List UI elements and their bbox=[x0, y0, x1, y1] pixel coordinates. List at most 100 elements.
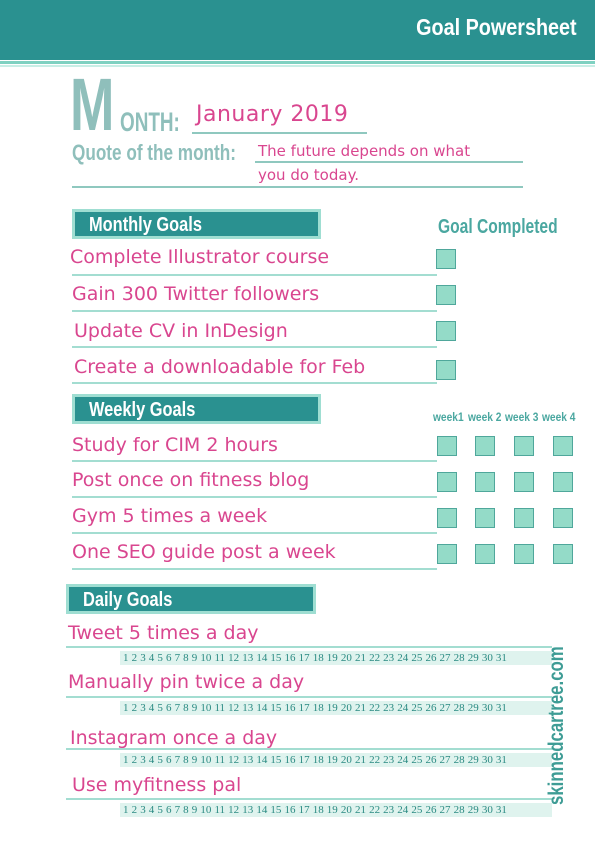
daily-goal-1[interactable]: Tweet 5 times a day bbox=[68, 622, 259, 644]
monthly-goal-1[interactable]: Complete Illustrator course bbox=[70, 246, 329, 268]
day-7[interactable]: 7 bbox=[175, 701, 181, 715]
day-31[interactable]: 31 bbox=[496, 753, 507, 767]
day-3[interactable]: 3 bbox=[140, 651, 146, 665]
day-2[interactable]: 2 bbox=[132, 803, 138, 817]
weekly-goal-2[interactable]: Post once on fitness blog bbox=[72, 469, 309, 491]
weekly-goal-4-week-1-checkbox[interactable] bbox=[437, 544, 457, 564]
day-1[interactable]: 1 bbox=[123, 753, 129, 767]
day-18[interactable]: 18 bbox=[313, 701, 324, 715]
day-8[interactable]: 8 bbox=[183, 701, 189, 715]
day-1[interactable]: 1 bbox=[123, 803, 129, 817]
day-2[interactable]: 2 bbox=[132, 651, 138, 665]
weekly-goal-1-week-1-checkbox[interactable] bbox=[437, 436, 457, 456]
weekly-goal-3[interactable]: Gym 5 times a week bbox=[72, 505, 267, 527]
day-17[interactable]: 17 bbox=[299, 701, 310, 715]
day-28[interactable]: 28 bbox=[454, 803, 465, 817]
day-20[interactable]: 20 bbox=[341, 753, 352, 767]
day-10[interactable]: 10 bbox=[200, 803, 211, 817]
day-5[interactable]: 5 bbox=[157, 701, 163, 715]
weekly-goal-4-week-4-checkbox[interactable] bbox=[553, 544, 573, 564]
monthly-goal-4[interactable]: Create a downloadable for Feb bbox=[74, 356, 365, 378]
monthly-goal-4-checkbox[interactable] bbox=[436, 360, 456, 380]
day-14[interactable]: 14 bbox=[256, 753, 267, 767]
day-24[interactable]: 24 bbox=[397, 803, 408, 817]
day-4[interactable]: 4 bbox=[149, 701, 155, 715]
weekly-goal-3-week-4-checkbox[interactable] bbox=[553, 508, 573, 528]
monthly-goal-2[interactable]: Gain 300 Twitter followers bbox=[72, 283, 319, 305]
day-26[interactable]: 26 bbox=[425, 753, 436, 767]
day-28[interactable]: 28 bbox=[454, 701, 465, 715]
monthly-goal-3-checkbox[interactable] bbox=[436, 321, 456, 341]
day-27[interactable]: 27 bbox=[440, 803, 451, 817]
day-11[interactable]: 11 bbox=[214, 701, 225, 715]
day-22[interactable]: 22 bbox=[369, 651, 380, 665]
day-11[interactable]: 11 bbox=[214, 753, 225, 767]
day-21[interactable]: 21 bbox=[355, 753, 366, 767]
day-26[interactable]: 26 bbox=[425, 701, 436, 715]
day-29[interactable]: 29 bbox=[468, 651, 479, 665]
month-value[interactable]: January 2019 bbox=[196, 102, 348, 127]
day-2[interactable]: 2 bbox=[132, 701, 138, 715]
weekly-goal-3-week-2-checkbox[interactable] bbox=[475, 508, 495, 528]
day-25[interactable]: 25 bbox=[411, 651, 422, 665]
day-25[interactable]: 25 bbox=[411, 753, 422, 767]
weekly-goal-1-week-3-checkbox[interactable] bbox=[514, 436, 534, 456]
monthly-goal-3[interactable]: Update CV in InDesign bbox=[74, 320, 288, 342]
day-5[interactable]: 5 bbox=[157, 651, 163, 665]
day-30[interactable]: 30 bbox=[482, 701, 493, 715]
day-16[interactable]: 16 bbox=[285, 651, 296, 665]
day-22[interactable]: 22 bbox=[369, 803, 380, 817]
daily-goal-3[interactable]: Instagram once a day bbox=[70, 727, 277, 749]
day-14[interactable]: 14 bbox=[256, 651, 267, 665]
day-23[interactable]: 23 bbox=[383, 803, 394, 817]
day-23[interactable]: 23 bbox=[383, 753, 394, 767]
day-1[interactable]: 1 bbox=[123, 651, 129, 665]
day-10[interactable]: 10 bbox=[200, 651, 211, 665]
weekly-goal-2-week-4-checkbox[interactable] bbox=[553, 472, 573, 492]
weekly-goal-2-week-2-checkbox[interactable] bbox=[475, 472, 495, 492]
day-12[interactable]: 12 bbox=[228, 651, 239, 665]
day-24[interactable]: 24 bbox=[397, 701, 408, 715]
day-30[interactable]: 30 bbox=[482, 651, 493, 665]
day-24[interactable]: 24 bbox=[397, 753, 408, 767]
day-6[interactable]: 6 bbox=[166, 651, 172, 665]
day-20[interactable]: 20 bbox=[341, 701, 352, 715]
day-25[interactable]: 25 bbox=[411, 803, 422, 817]
day-13[interactable]: 13 bbox=[242, 753, 253, 767]
day-3[interactable]: 3 bbox=[140, 701, 146, 715]
day-17[interactable]: 17 bbox=[299, 753, 310, 767]
day-27[interactable]: 27 bbox=[440, 701, 451, 715]
day-6[interactable]: 6 bbox=[166, 701, 172, 715]
day-18[interactable]: 18 bbox=[313, 753, 324, 767]
day-18[interactable]: 18 bbox=[313, 651, 324, 665]
day-15[interactable]: 15 bbox=[270, 803, 281, 817]
day-3[interactable]: 3 bbox=[140, 803, 146, 817]
weekly-goal-2-week-1-checkbox[interactable] bbox=[437, 472, 457, 492]
day-21[interactable]: 21 bbox=[355, 651, 366, 665]
day-6[interactable]: 6 bbox=[166, 803, 172, 817]
day-31[interactable]: 31 bbox=[496, 701, 507, 715]
day-19[interactable]: 19 bbox=[327, 753, 338, 767]
day-12[interactable]: 12 bbox=[228, 701, 239, 715]
day-28[interactable]: 28 bbox=[454, 753, 465, 767]
day-4[interactable]: 4 bbox=[149, 753, 155, 767]
quote-line-2[interactable]: you do today. bbox=[258, 166, 359, 184]
day-8[interactable]: 8 bbox=[183, 651, 189, 665]
day-23[interactable]: 23 bbox=[383, 651, 394, 665]
day-7[interactable]: 7 bbox=[175, 803, 181, 817]
day-26[interactable]: 26 bbox=[425, 803, 436, 817]
day-10[interactable]: 10 bbox=[200, 701, 211, 715]
day-18[interactable]: 18 bbox=[313, 803, 324, 817]
day-4[interactable]: 4 bbox=[149, 803, 155, 817]
day-3[interactable]: 3 bbox=[140, 753, 146, 767]
day-24[interactable]: 24 bbox=[397, 651, 408, 665]
monthly-goal-2-checkbox[interactable] bbox=[436, 285, 456, 305]
day-6[interactable]: 6 bbox=[166, 753, 172, 767]
day-25[interactable]: 25 bbox=[411, 701, 422, 715]
day-15[interactable]: 15 bbox=[270, 701, 281, 715]
day-2[interactable]: 2 bbox=[132, 753, 138, 767]
weekly-goal-3-week-3-checkbox[interactable] bbox=[514, 508, 534, 528]
day-5[interactable]: 5 bbox=[157, 753, 163, 767]
day-28[interactable]: 28 bbox=[454, 651, 465, 665]
day-26[interactable]: 26 bbox=[425, 651, 436, 665]
